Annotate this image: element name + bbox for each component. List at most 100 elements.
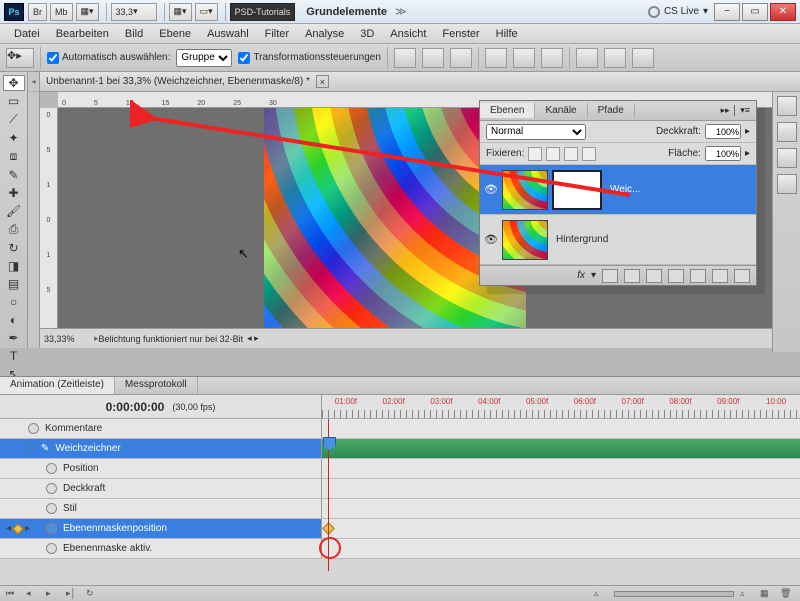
distribute-2-icon[interactable] (604, 48, 626, 68)
gradient-tool[interactable]: ▤ (3, 276, 25, 292)
tab-animation[interactable]: Animation (Zeitleiste) (0, 377, 115, 394)
close-document-icon[interactable]: × (316, 75, 329, 88)
layer-duration-bar[interactable] (322, 439, 800, 458)
stopwatch-icon[interactable] (46, 523, 57, 534)
distribute-3-icon[interactable] (632, 48, 654, 68)
tab-ebenen[interactable]: Ebenen (480, 103, 535, 118)
marquee-tool[interactable]: ▭ (3, 93, 25, 109)
prev-frame-icon[interactable]: ◂ (26, 588, 40, 600)
move-tool-preset-icon[interactable]: ✥▸ (6, 48, 34, 68)
collapse-toggle-icon[interactable]: ◂ (28, 72, 39, 92)
lasso-tool[interactable]: ⟋ (3, 111, 25, 128)
loop-icon[interactable]: ↻ (86, 588, 100, 600)
distribute-1-icon[interactable] (576, 48, 598, 68)
crop-tool[interactable]: ⧈ (3, 148, 25, 165)
play-icon[interactable]: ▸ (46, 588, 60, 600)
keyframe-icon[interactable] (322, 522, 335, 535)
lock-all-icon[interactable] (582, 147, 596, 161)
move-tool[interactable]: ✥ (3, 75, 25, 91)
layer-mask-icon[interactable] (646, 269, 662, 283)
type-tool[interactable]: T (3, 348, 25, 364)
stopwatch-icon[interactable] (46, 463, 57, 474)
new-group-icon[interactable] (690, 269, 706, 283)
heal-tool[interactable]: ✚ (3, 185, 25, 201)
stopwatch-icon[interactable] (46, 543, 57, 554)
layer-thumbnail[interactable] (502, 170, 548, 210)
track-kommentare[interactable]: Kommentare (0, 419, 322, 438)
eyedropper-tool[interactable]: ✎ (3, 167, 25, 183)
cslive-button[interactable]: CS Live ▾ (648, 6, 708, 18)
fill-slider-icon[interactable]: ▸ (745, 148, 750, 159)
menu-ansicht[interactable]: Ansicht (382, 26, 434, 42)
window-minimize-button[interactable]: − (714, 3, 740, 21)
window-maximize-button[interactable]: ▭ (742, 3, 768, 21)
transform-controls-checkbox[interactable]: Transformationssteuerungen (238, 52, 380, 64)
workspace-grundelemente[interactable]: Grundelemente (298, 6, 395, 18)
workspace-psd-tutorials[interactable]: PSD-Tutorials (230, 3, 296, 21)
dodge-tool[interactable]: ◐ (3, 312, 25, 328)
arrange-button[interactable]: ▦▾ (169, 3, 192, 21)
auto-select-target-select[interactable]: Gruppe (176, 49, 232, 67)
opacity-input[interactable] (705, 124, 741, 139)
convert-frames-icon[interactable]: ▦ (760, 588, 774, 600)
blendmode-select[interactable]: Normal (486, 124, 586, 140)
align-left-icon[interactable] (485, 48, 507, 68)
menu-auswahl[interactable]: Auswahl (199, 26, 257, 42)
menu-filter[interactable]: Filter (257, 26, 297, 42)
color-panel-icon[interactable] (777, 122, 797, 142)
zoom-slider[interactable] (614, 591, 734, 597)
stopwatch-icon[interactable] (46, 483, 57, 494)
layer-name[interactable]: Hintergrund (556, 234, 608, 245)
menu-bild[interactable]: Bild (117, 26, 151, 42)
styles-panel-icon[interactable] (777, 174, 797, 194)
align-top-icon[interactable] (394, 48, 416, 68)
layer-thumbnail[interactable] (502, 220, 548, 260)
visibility-icon[interactable]: 👁 (484, 183, 498, 196)
screenlayout-button[interactable]: ▭▾ (195, 3, 218, 21)
keyframe-nav-icon[interactable] (12, 523, 23, 534)
fill-input[interactable] (705, 146, 741, 161)
vertical-ruler[interactable]: 051015 (40, 108, 58, 328)
align-bottom-icon[interactable] (450, 48, 472, 68)
document-tab[interactable]: Unbenannt-1 bei 33,3% (Weichzeichner, Eb… (40, 72, 800, 92)
bridge-button[interactable]: Br (28, 3, 47, 21)
lock-transparent-icon[interactable] (528, 147, 542, 161)
minibridge-button[interactable]: Mb (50, 3, 73, 21)
adjustments-panel-icon[interactable] (777, 148, 797, 168)
eraser-tool[interactable]: ◨ (3, 258, 25, 274)
brush-tool[interactable]: 🖌 (3, 203, 25, 219)
zoom-field[interactable]: 33,33% (44, 334, 94, 344)
menu-hilfe[interactable]: Hilfe (488, 26, 526, 42)
window-close-button[interactable]: ✕ (770, 3, 796, 21)
auto-select-checkbox[interactable]: Automatisch auswählen: (47, 52, 170, 64)
zoom-level-dropdown[interactable]: 33,3 ▾ (111, 3, 157, 21)
delete-layer-icon[interactable] (734, 269, 750, 283)
layer-row[interactable]: 👁 Hintergrund (480, 215, 756, 265)
blur-tool[interactable]: ○ (3, 294, 25, 310)
pen-tool[interactable]: ✒ (3, 330, 25, 346)
menu-ebene[interactable]: Ebene (151, 26, 199, 42)
menu-analyse[interactable]: Analyse (297, 26, 352, 42)
adjustment-layer-icon[interactable] (668, 269, 684, 283)
stopwatch-icon[interactable] (28, 423, 39, 434)
expand-icon[interactable]: ▽ (28, 443, 35, 454)
history-brush-tool[interactable]: ↻ (3, 240, 25, 256)
lock-position-icon[interactable] (564, 147, 578, 161)
track-ebenenmaskenposition[interactable]: ◂ ▸ Ebenenmaskenposition (0, 519, 322, 538)
layer-row[interactable]: 👁 Weic... (480, 165, 756, 215)
wand-tool[interactable]: ✦ (3, 130, 25, 146)
align-right-icon[interactable] (541, 48, 563, 68)
delete-icon[interactable]: 🗑 (780, 588, 794, 600)
layer-name[interactable]: Weic... (610, 184, 640, 195)
tab-pfade[interactable]: Pfade (588, 103, 635, 118)
menu-fenster[interactable]: Fenster (434, 26, 487, 42)
align-vcenter-icon[interactable] (422, 48, 444, 68)
zoom-out-icon[interactable]: ▵ (594, 588, 608, 600)
tab-kanaele[interactable]: Kanäle (535, 103, 587, 118)
layer-style-icon[interactable] (624, 269, 640, 283)
layer-mask-thumbnail[interactable] (552, 170, 602, 210)
workspace-more-icon[interactable]: ≫ (395, 5, 407, 18)
visibility-icon[interactable]: 👁 (484, 233, 498, 246)
track-position[interactable]: Position (0, 459, 322, 478)
link-layers-icon[interactable] (602, 269, 618, 283)
